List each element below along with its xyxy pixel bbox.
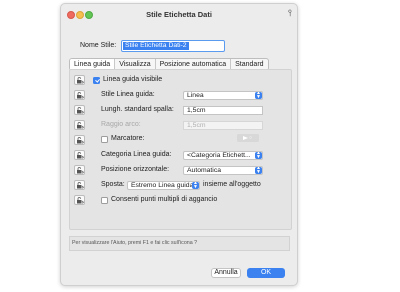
dialog-window: Stile Etichetta Dati ⫯ Nome Stile: Stile… <box>60 3 298 286</box>
shoulder-length-label: Lungh. standard spalla: <box>101 106 174 113</box>
style-name-label: Nome Stile: <box>80 42 117 49</box>
multi-anchor-label: Consenti punti multipli di aggancio <box>111 196 218 203</box>
lock-button-style[interactable] <box>74 90 85 100</box>
pin-icon[interactable]: ⫯ <box>288 8 292 19</box>
marker-style-button[interactable]: ○ <box>237 134 259 142</box>
horizontal-position-select[interactable]: Automatica ▲ ▼ <box>183 166 263 175</box>
leader-category-value: <Categoria Etichett... <box>187 152 251 159</box>
lock-icon <box>77 107 84 114</box>
marker-arrow-icon <box>243 135 248 140</box>
leader-style-label: Stile Linea guida: <box>101 91 155 98</box>
move-select[interactable]: Estremo Linea guida ▲ ▼ <box>127 181 200 190</box>
move-value: Estremo Linea guida <box>131 182 194 189</box>
arc-radius-label: Raggio arco: <box>101 121 141 128</box>
lock-button-category[interactable] <box>74 150 85 160</box>
leader-visible-label: Linea guida visibile <box>103 76 163 83</box>
leader-style-select[interactable]: Linea ▲ ▼ <box>183 91 263 100</box>
lock-button-radius[interactable] <box>74 120 85 130</box>
lock-icon <box>77 92 84 99</box>
leader-style-value: Linea <box>187 92 204 99</box>
lock-icon <box>77 137 84 144</box>
lock-button-length[interactable] <box>74 105 85 115</box>
chevron-updown-icon: ▲ ▼ <box>255 166 262 175</box>
chevron-updown-icon: ▲ ▼ <box>192 181 199 190</box>
lock-button-multi[interactable] <box>74 195 85 205</box>
marker-label: Marcatore: <box>111 135 145 142</box>
shoulder-length-input[interactable]: 1,5cm <box>183 106 263 115</box>
lock-icon <box>77 152 84 159</box>
lock-icon <box>77 77 84 84</box>
ok-button[interactable]: OK <box>247 268 285 278</box>
lock-icon <box>77 167 84 174</box>
help-hint-text: Per visualizzare l'Aiuto, premi F1 e fai… <box>69 236 290 251</box>
chevron-updown-icon: ▲ ▼ <box>255 91 262 100</box>
dialog-title: Stile Etichetta Dati <box>146 10 212 19</box>
move-suffix-label: insieme all'oggetto <box>203 181 261 188</box>
arc-radius-input: 1,5cm <box>183 121 263 130</box>
leader-category-select[interactable]: <Categoria Etichett... ▲ ▼ <box>183 151 263 160</box>
move-label: Sposta: <box>101 181 125 188</box>
lock-button-move[interactable] <box>74 180 85 190</box>
leader-visible-checkbox[interactable] <box>93 77 100 84</box>
lock-button-visible[interactable] <box>74 75 85 85</box>
style-name-value: Stile Etichetta Dati-2 <box>123 42 189 50</box>
marker-circle-icon: ○ <box>249 134 253 141</box>
leader-category-label: Categoria Linea guida: <box>101 151 172 158</box>
marker-checkbox[interactable] <box>101 136 108 143</box>
lock-icon <box>77 122 84 129</box>
style-name-input[interactable]: Stile Etichetta Dati-2 <box>121 40 225 52</box>
lock-icon <box>77 197 84 204</box>
multi-anchor-checkbox[interactable] <box>101 197 108 204</box>
horizontal-position-value: Automatica <box>187 167 222 174</box>
lock-button-marker[interactable] <box>74 135 85 145</box>
lock-icon <box>77 182 84 189</box>
lock-button-halign[interactable] <box>74 165 85 175</box>
title-bar: Stile Etichetta Dati ⫯ <box>61 4 297 24</box>
cancel-button[interactable]: Annulla <box>211 268 241 278</box>
horizontal-position-label: Posizione orizzontale: <box>101 166 170 173</box>
chevron-updown-icon: ▲ ▼ <box>255 151 262 160</box>
